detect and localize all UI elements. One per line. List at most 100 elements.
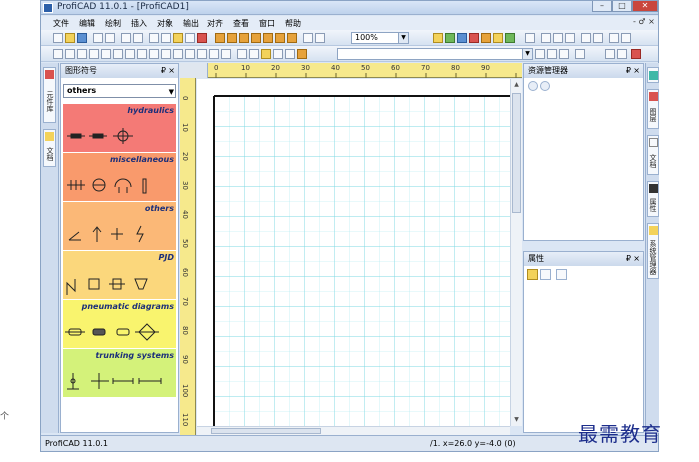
menu-edit[interactable]: 编辑 [79,18,95,29]
tab-documents[interactable]: 文档 [43,129,56,167]
close-icon[interactable]: × [633,252,640,265]
no-entry-icon[interactable] [631,49,641,59]
cable-icon[interactable] [273,49,283,59]
wire-list-icon[interactable] [581,33,591,43]
minimize-button[interactable]: – [592,1,612,12]
font-select[interactable]: ▼ [337,48,533,60]
print-icon[interactable] [133,33,143,43]
tab-indicator[interactable] [647,67,659,83]
line-icon[interactable] [53,49,63,59]
align-left-icon[interactable] [215,33,225,43]
pin-icon[interactable]: ₽ [161,64,166,77]
back-icon[interactable] [528,81,538,91]
scroll-thumb[interactable] [512,93,521,213]
frame-icon[interactable] [605,49,615,59]
zoom-in-icon[interactable] [315,33,325,43]
forward-icon[interactable] [540,81,550,91]
menu-align[interactable]: 对齐 [207,18,223,29]
menu-object[interactable]: 对象 [157,18,173,29]
tree-icon[interactable] [445,33,455,43]
dimension-icon[interactable] [617,49,627,59]
tab-documents-right[interactable]: 文档 [647,135,659,175]
hatch-icon[interactable] [197,49,207,59]
category-trunking-systems[interactable]: trunking systems [63,349,176,397]
new-icon[interactable] [53,33,63,43]
categorized-icon[interactable] [527,269,538,280]
folder-icon[interactable] [433,33,443,43]
table-icon[interactable] [541,33,551,43]
rectangle-icon[interactable] [101,49,111,59]
pin-icon[interactable]: ₽ [626,64,631,77]
vertical-scrollbar[interactable]: ▲ ▼ [510,79,522,426]
scroll-down-icon[interactable]: ▼ [512,415,521,425]
italic-icon[interactable] [547,49,557,59]
shape-icon[interactable] [173,49,183,59]
text-icon[interactable] [209,49,219,59]
wire-icon[interactable] [237,49,247,59]
cut-icon[interactable] [149,33,159,43]
tab-layers[interactable]: 图层 [647,89,659,129]
select-arrow-icon[interactable] [297,49,307,59]
align-right-icon[interactable] [227,33,237,43]
zoom-fit-icon[interactable] [303,33,313,43]
tools-icon[interactable] [481,33,491,43]
drawing-canvas[interactable] [197,79,510,426]
distribute-icon[interactable] [287,33,297,43]
menu-help[interactable]: 帮助 [285,18,301,29]
menu-view[interactable]: 查看 [233,18,249,29]
ellipse-icon[interactable] [125,49,135,59]
junction-icon[interactable] [249,49,259,59]
polygon-icon[interactable] [161,49,171,59]
layer-icon[interactable] [505,33,515,43]
numbering-icon[interactable] [593,33,603,43]
menu-window[interactable]: 窗口 [259,18,275,29]
close-icon[interactable]: × [633,64,640,77]
symbol-editor-icon[interactable] [609,33,619,43]
lamp-icon[interactable] [261,49,271,59]
bus-icon[interactable] [285,49,295,59]
category-hydraulics[interactable]: hydraulics [63,104,176,152]
print-preview-icon[interactable] [121,33,131,43]
image-icon[interactable] [221,49,231,59]
open-icon[interactable] [65,33,75,43]
align-top-icon[interactable] [239,33,249,43]
freehand-icon[interactable] [185,49,195,59]
redo-icon[interactable] [105,33,115,43]
zoom-select[interactable]: 100% ▼ [351,32,409,44]
undo-icon[interactable] [93,33,103,43]
curve-icon[interactable] [89,49,99,59]
settings-icon[interactable] [621,33,631,43]
export-image-icon[interactable] [185,33,195,43]
circle-icon[interactable] [137,49,147,59]
align-bottom-icon[interactable] [251,33,261,43]
close-button[interactable]: ✕ [632,1,658,12]
save-icon[interactable] [77,33,87,43]
category-others[interactable]: others [63,202,176,250]
menu-draw[interactable]: 绘制 [105,18,121,29]
menu-insert[interactable]: 插入 [131,18,147,29]
tab-system-manager[interactable]: 系统管理器 [647,223,659,279]
rounded-rect-icon[interactable] [113,49,123,59]
circle-arc-icon[interactable] [149,49,159,59]
report-icon[interactable] [565,33,575,43]
menu-file[interactable]: 文件 [53,18,69,29]
menu-output[interactable]: 输出 [183,18,199,29]
align-middle-icon[interactable] [275,33,285,43]
network-icon[interactable] [457,33,467,43]
mdi-controls[interactable]: - ♂ × [633,17,655,26]
category-miscellaneous[interactable]: miscellaneous [63,153,176,201]
pdf-icon[interactable] [197,33,207,43]
paste-icon[interactable] [173,33,183,43]
category-pneumatic-diagrams[interactable]: pneumatic diagrams [63,300,176,348]
bold-icon[interactable] [535,49,545,59]
tab-symbol-library[interactable]: 元件库 [43,67,56,123]
horizontal-scrollbar[interactable] [197,426,510,435]
heart-icon[interactable] [469,33,479,43]
scroll-up-icon[interactable]: ▲ [512,80,521,90]
property-pages-icon[interactable] [556,269,567,280]
underline-icon[interactable] [559,49,569,59]
category-pjd[interactable]: PJD [63,251,176,299]
tab-properties[interactable]: 属性 [647,181,659,217]
wand-icon[interactable] [493,33,503,43]
align-center-icon[interactable] [263,33,273,43]
